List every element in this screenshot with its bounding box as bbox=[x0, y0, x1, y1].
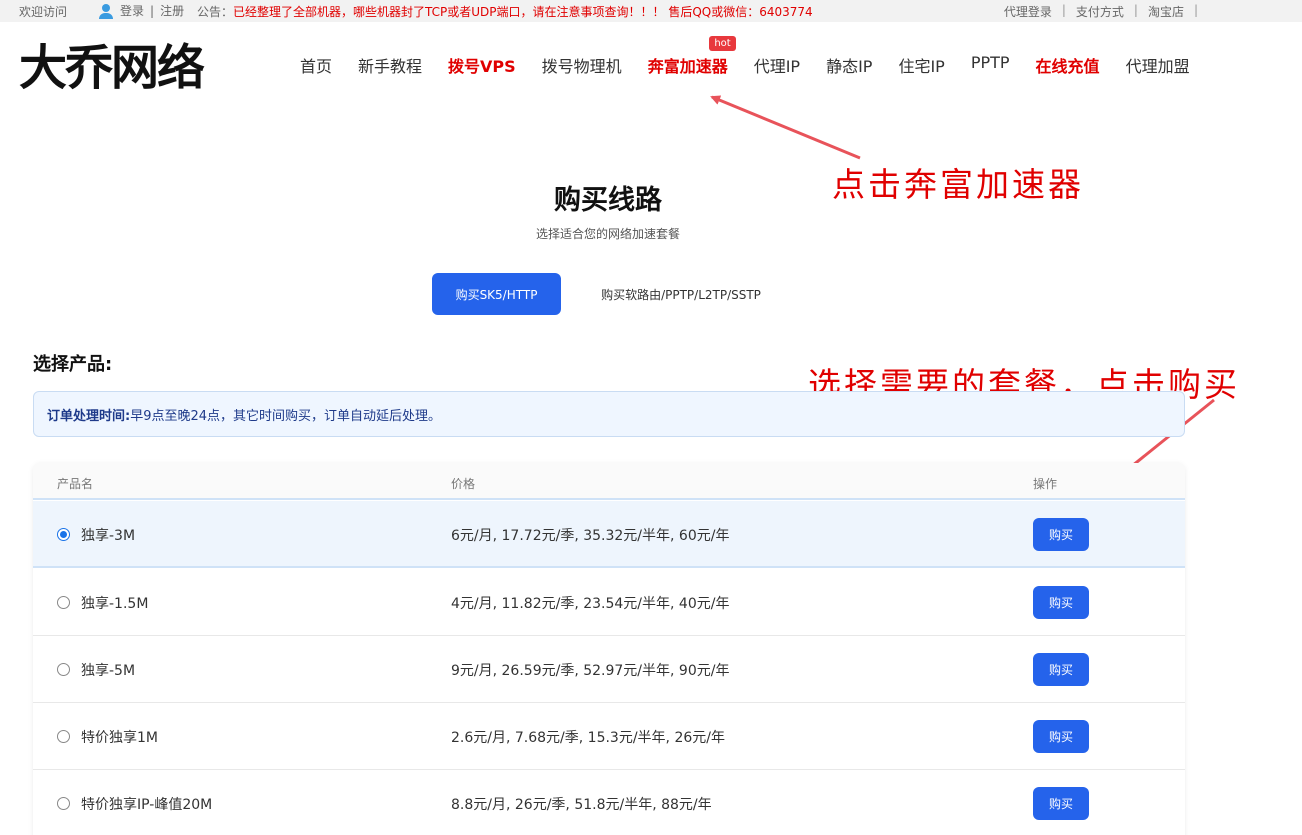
user-links: 登录 | 注册 bbox=[98, 2, 184, 19]
buy-button[interactable]: 购买 bbox=[1033, 653, 1089, 686]
product-name: 特价独享IP-峰值20M bbox=[81, 797, 213, 813]
hot-badge: hot bbox=[709, 36, 736, 51]
register-link[interactable]: 注册 bbox=[160, 2, 184, 19]
top-right-links: 代理登录 | 支付方式 | 淘宝店 | bbox=[1004, 3, 1198, 20]
product-price: 9元/月, 26.59元/季, 52.97元/半年, 90元/年 bbox=[451, 663, 730, 679]
product-name: 独享-5M bbox=[81, 663, 136, 679]
nav-item-agent-join[interactable]: 代理加盟 bbox=[1126, 53, 1190, 77]
header-price: 价格 bbox=[451, 477, 476, 491]
product-name: 独享-1.5M bbox=[81, 596, 149, 612]
buy-button[interactable]: 购买 bbox=[1033, 586, 1089, 619]
page-subtitle: 选择适合您的网络加速套餐 bbox=[535, 227, 680, 241]
nav-item-proxy-ip[interactable]: 代理IP bbox=[754, 53, 800, 77]
product-price: 6元/月, 17.72元/季, 35.32元/半年, 60元/年 bbox=[451, 528, 730, 544]
nav-item-residential-ip[interactable]: 住宅IP bbox=[898, 53, 944, 77]
nav-item-dial-vps[interactable]: 拨号VPS bbox=[448, 53, 516, 77]
welcome-text: 欢迎访问 bbox=[19, 5, 68, 19]
table-row[interactable]: 独享-5M 9元/月, 26.59元/季, 52.97元/半年, 90元/年 购… bbox=[33, 636, 1185, 703]
top-bar: 欢迎访问 登录 | 注册 公告：已经整理了全部机器，哪些机器封了TCP或者UDP… bbox=[0, 0, 1302, 22]
nav-item-dial-physical[interactable]: 拨号物理机 bbox=[542, 53, 622, 77]
product-price: 8.8元/月, 26元/季, 51.8元/半年, 88元/年 bbox=[451, 797, 712, 813]
separator: | bbox=[1061, 3, 1066, 17]
header-action: 操作 bbox=[1033, 477, 1058, 491]
order-time-notice: 订单处理时间: 早9点至晚24点，其它时间购买，订单自动延后处理。 bbox=[33, 391, 1185, 437]
nav-item-tutorial[interactable]: 新手教程 bbox=[358, 53, 422, 77]
nav-item-recharge[interactable]: 在线充值 bbox=[1036, 53, 1100, 77]
product-radio[interactable] bbox=[57, 663, 70, 676]
notice-label: 公告： bbox=[197, 5, 234, 19]
nav-item-pptp[interactable]: PPTP bbox=[971, 53, 1010, 77]
tab-router-pptp[interactable]: 购买软路由/PPTP/L2TP/SSTP bbox=[583, 273, 779, 315]
table-row[interactable]: 特价独享1M 2.6元/月, 7.68元/季, 15.3元/半年, 26元/年 … bbox=[33, 703, 1185, 770]
separator: | bbox=[150, 3, 155, 18]
product-radio[interactable] bbox=[57, 730, 70, 743]
header-name: 产品名 bbox=[57, 477, 94, 491]
separator: | bbox=[1133, 3, 1138, 17]
notice-label: 订单处理时间: bbox=[47, 408, 131, 424]
payment-methods-link[interactable]: 支付方式 bbox=[1076, 3, 1124, 20]
login-link[interactable]: 登录 bbox=[120, 2, 144, 19]
main-nav: 首页 新手教程 拨号VPS 拨号物理机 奔富加速器 hot 代理IP 静态IP 住… bbox=[300, 36, 1216, 77]
notice-text: 已经整理了全部机器，哪些机器封了TCP或者UDP端口，请在注意事项查询！！！ 售… bbox=[233, 5, 813, 19]
nav-item-benfu-accelerator[interactable]: 奔富加速器 hot bbox=[647, 36, 736, 77]
product-table: 产品名 价格 操作 独享-3M 6元/月, 17.72元/季, 35.32元/半… bbox=[33, 463, 1185, 835]
table-row[interactable]: 独享-1.5M 4元/月, 11.82元/季, 23.54元/半年, 40元/年… bbox=[33, 569, 1185, 636]
notice: 公告：已经整理了全部机器，哪些机器封了TCP或者UDP端口，请在注意事项查询！！… bbox=[197, 3, 813, 20]
tab-sk5-http[interactable]: 购买SK5/HTTP bbox=[432, 273, 561, 315]
buy-button[interactable]: 购买 bbox=[1033, 518, 1089, 551]
table-header: 产品名 价格 操作 bbox=[33, 463, 1185, 500]
taobao-store-link[interactable]: 淘宝店 bbox=[1148, 3, 1184, 20]
user-icon bbox=[98, 3, 114, 19]
separator: | bbox=[1193, 3, 1198, 17]
product-radio[interactable] bbox=[57, 797, 70, 810]
section-title: 选择产品: bbox=[33, 354, 113, 375]
buy-button[interactable]: 购买 bbox=[1033, 720, 1089, 753]
product-name: 特价独享1M bbox=[81, 730, 158, 746]
product-radio[interactable] bbox=[57, 596, 70, 609]
arrow-to-nav bbox=[710, 95, 861, 160]
page-title: 购买线路 bbox=[554, 185, 662, 216]
nav-item-label: 奔富加速器 bbox=[647, 57, 728, 76]
site-logo[interactable]: 大乔网络 bbox=[19, 40, 205, 96]
product-radio[interactable] bbox=[57, 528, 70, 541]
nav-item-home[interactable]: 首页 bbox=[300, 53, 332, 77]
product-price: 2.6元/月, 7.68元/季, 15.3元/半年, 26元/年 bbox=[451, 730, 725, 746]
agent-login-link[interactable]: 代理登录 bbox=[1004, 3, 1052, 20]
notice-text: 早9点至晚24点，其它时间购买，订单自动延后处理。 bbox=[130, 408, 442, 424]
table-row[interactable]: 独享-3M 6元/月, 17.72元/季, 35.32元/半年, 60元/年 购… bbox=[33, 501, 1185, 568]
buy-button[interactable]: 购买 bbox=[1033, 787, 1089, 820]
table-row[interactable]: 特价独享IP-峰值20M 8.8元/月, 26元/季, 51.8元/半年, 88… bbox=[33, 770, 1185, 835]
product-name: 独享-3M bbox=[81, 528, 136, 544]
product-price: 4元/月, 11.82元/季, 23.54元/半年, 40元/年 bbox=[451, 596, 730, 612]
nav-item-static-ip[interactable]: 静态IP bbox=[826, 53, 872, 77]
